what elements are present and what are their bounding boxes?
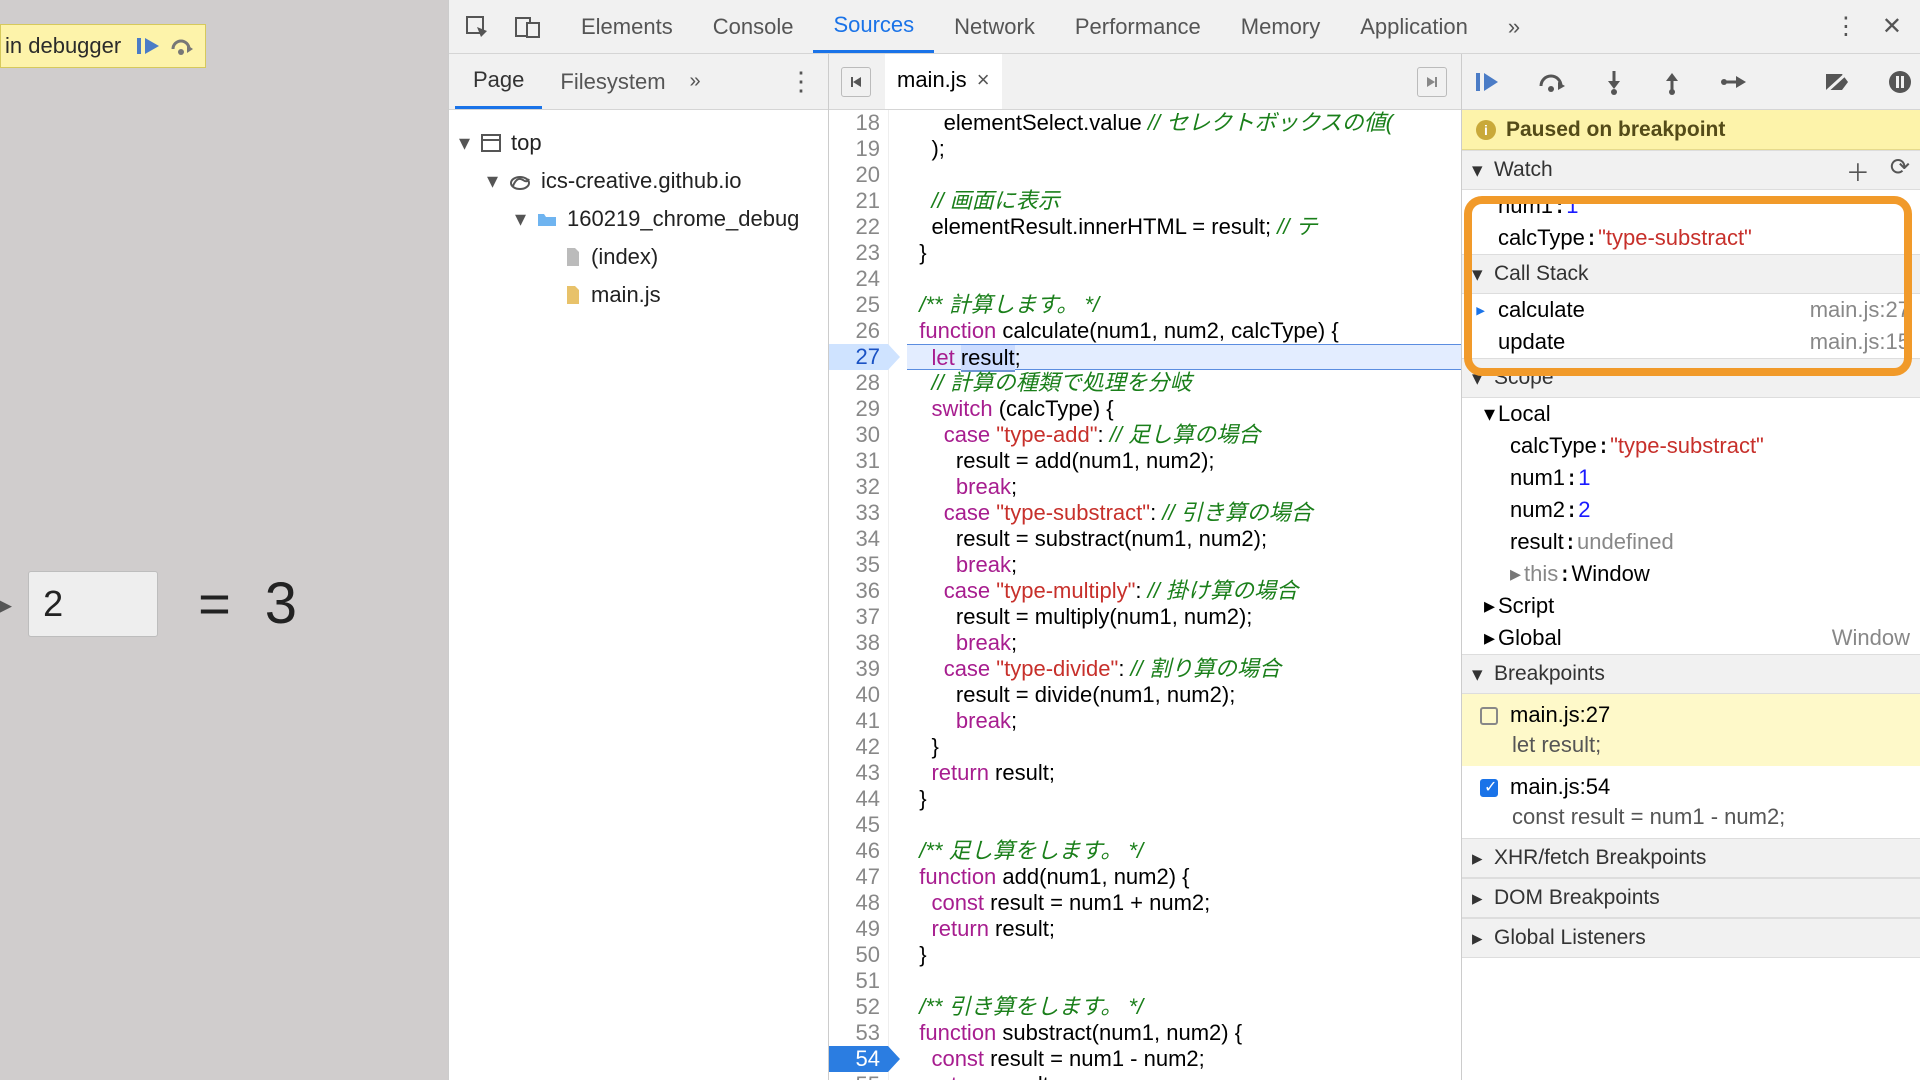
tree-domain[interactable]: ▾ics-creative.github.io <box>459 162 828 200</box>
resume-button-icon[interactable] <box>1474 70 1500 94</box>
inspect-icon[interactable] <box>465 15 489 39</box>
calc-row: ▸ 2 = 3 <box>0 570 297 637</box>
paused-message-bar: i Paused on breakpoint <box>1462 110 1920 150</box>
watch-item[interactable]: num1: 1 <box>1462 190 1920 222</box>
breakpoints-header[interactable]: ▾Breakpoints <box>1462 654 1920 694</box>
tree-file-index[interactable]: (index) <box>459 238 828 276</box>
warning-icon: i <box>1476 120 1496 140</box>
watch-refresh-icon[interactable]: ⟳ <box>1890 153 1910 188</box>
callstack-header[interactable]: ▾Call Stack <box>1462 254 1920 294</box>
page-preview: in debugger ▸ 2 = 3 <box>0 0 448 1080</box>
breakpoint-item[interactable]: main.js:27let result; <box>1462 694 1920 766</box>
tree-top[interactable]: ▾top <box>459 124 828 162</box>
code-editor[interactable]: 1819202122232425262728293031323334353637… <box>829 110 1461 1080</box>
step-out-icon[interactable] <box>1662 69 1682 95</box>
devtools-tab-console[interactable]: Console <box>693 0 814 53</box>
step-over-icon[interactable] <box>1538 70 1566 94</box>
debugger-toolbar <box>1462 54 1920 110</box>
device-toggle-icon[interactable] <box>515 15 541 39</box>
global-listeners-header[interactable]: ▸Global Listeners <box>1462 918 1920 958</box>
step-icon[interactable] <box>1720 70 1748 94</box>
scope-global[interactable]: ▸GlobalWindow <box>1462 622 1920 654</box>
scope-local-var[interactable]: calcType: "type-substract" <box>1462 430 1920 462</box>
pause-bar-label: in debugger <box>1 33 131 59</box>
scope-local-var[interactable]: result: undefined <box>1462 526 1920 558</box>
editor-run-snippet-icon[interactable] <box>1417 67 1447 97</box>
num2-input[interactable]: 2 <box>28 571 158 637</box>
breakpoint-checkbox[interactable] <box>1480 779 1498 797</box>
scope-script[interactable]: ▸Script <box>1462 590 1920 622</box>
step-over-mini-icon[interactable] <box>169 35 195 57</box>
equals-sign: = <box>198 571 231 636</box>
breakpoint-checkbox[interactable] <box>1480 707 1498 725</box>
editor-history-back-icon[interactable] <box>841 67 871 97</box>
pause-on-exceptions-icon[interactable] <box>1888 70 1912 94</box>
tree-folder[interactable]: ▾160219_chrome_debug <box>459 200 828 238</box>
paused-in-debugger-bar: in debugger <box>0 24 206 68</box>
scope-header[interactable]: ▾Scope <box>1462 358 1920 398</box>
file-tab-mainjs[interactable]: main.js × <box>885 54 1002 109</box>
xhr-breakpoints-header[interactable]: ▸XHR/fetch Breakpoints <box>1462 838 1920 878</box>
scope-local-header[interactable]: ▾Local <box>1462 398 1920 430</box>
resume-icon[interactable] <box>135 35 161 57</box>
devtools-tab-performance[interactable]: Performance <box>1055 0 1221 53</box>
step-into-icon[interactable] <box>1604 69 1624 95</box>
editor-panel: main.js × 181920212223242526272829303132… <box>829 54 1462 1080</box>
scope-local-var[interactable]: num1: 1 <box>1462 462 1920 494</box>
deactivate-breakpoints-icon[interactable] <box>1824 70 1850 94</box>
navigator-tab-filesystem[interactable]: Filesystem <box>542 54 683 109</box>
debugger-panel: i Paused on breakpoint ▾Watch ＋⟳ num1: 1… <box>1462 54 1920 1080</box>
navigator-menu-icon[interactable]: ⋮ <box>788 66 822 97</box>
tree-file-mainjs[interactable]: main.js <box>459 276 828 314</box>
scope-local-var[interactable]: num2: 2 <box>1462 494 1920 526</box>
devtools-tab-application[interactable]: Application <box>1340 0 1488 53</box>
devtools-overflow[interactable]: » <box>1488 0 1540 53</box>
scope-this[interactable]: ▸this: Window <box>1462 558 1920 590</box>
navigator-tab-page[interactable]: Page <box>455 54 542 109</box>
devtools-tab-sources[interactable]: Sources <box>813 0 934 53</box>
navigator-overflow[interactable]: » <box>690 70 701 93</box>
watch-header[interactable]: ▾Watch ＋⟳ <box>1462 150 1920 190</box>
dom-breakpoints-header[interactable]: ▸DOM Breakpoints <box>1462 878 1920 918</box>
devtools-tab-elements[interactable]: Elements <box>561 0 693 53</box>
spinner-handle[interactable]: ▸ <box>0 581 12 627</box>
breakpoint-item[interactable]: main.js:54const result = num1 - num2; <box>1462 766 1920 838</box>
devtools-menu-icon[interactable]: ⋮ <box>1834 12 1858 41</box>
devtools-tabstrip: ElementsConsoleSourcesNetworkPerformance… <box>449 0 1920 54</box>
devtools-tab-network[interactable]: Network <box>934 0 1055 53</box>
stack-frame[interactable]: updatemain.js:15 <box>1462 326 1920 358</box>
devtools-tab-memory[interactable]: Memory <box>1221 0 1340 53</box>
watch-add-icon[interactable]: ＋ <box>1846 153 1870 188</box>
watch-item[interactable]: calcType: "type-substract" <box>1462 222 1920 254</box>
close-tab-icon[interactable]: × <box>977 67 990 93</box>
stack-frame[interactable]: calculatemain.js:27 <box>1462 294 1920 326</box>
devtools-close-icon[interactable]: ✕ <box>1882 12 1902 41</box>
calc-result: 3 <box>265 570 297 637</box>
navigator-panel: PageFilesystem » ⋮ ▾top ▾ics-creative.gi… <box>449 54 829 1080</box>
